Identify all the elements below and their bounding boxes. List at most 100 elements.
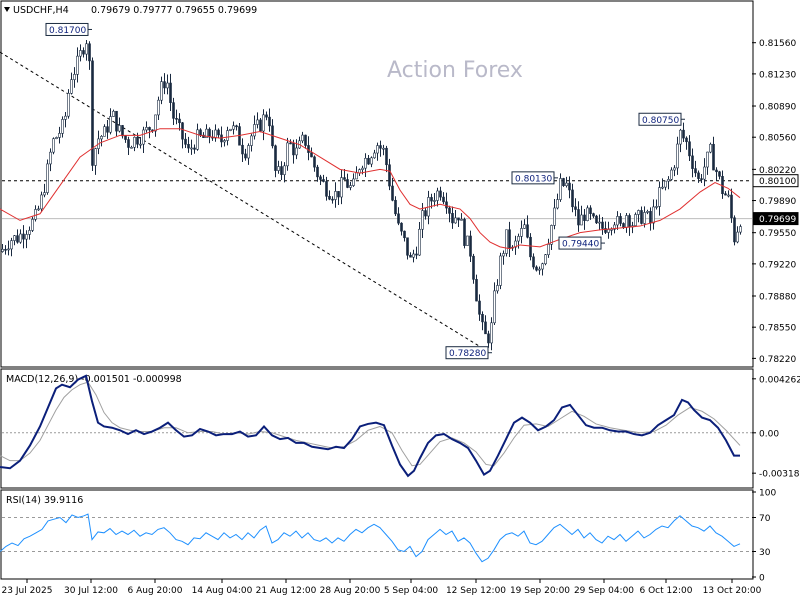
candle-body [649, 211, 652, 224]
price-level-tag-label: 0.79699 [759, 215, 796, 225]
candle-body [664, 180, 667, 188]
candle-body [700, 178, 703, 180]
candle-body [646, 211, 649, 213]
candle-body [535, 266, 538, 271]
candle-body [448, 207, 451, 214]
candle-body [118, 125, 121, 132]
annotation-label: 0.78280 [449, 349, 486, 359]
candle-body [733, 217, 736, 243]
candle-body [124, 135, 127, 140]
candle-body [430, 197, 433, 202]
candle-body [592, 213, 595, 217]
candle-body [385, 147, 388, 166]
rsi-label: RSI(14) 39.9116 [6, 495, 83, 506]
candle-body [643, 212, 646, 224]
candle-body [193, 147, 196, 150]
candle-body [547, 243, 550, 256]
x-tick-label: 21 Aug 12:00 [256, 586, 317, 596]
price-y-tick-label: 0.79890 [759, 197, 796, 207]
candle-body [481, 313, 484, 323]
candle-body [142, 129, 145, 145]
candle-body [688, 141, 691, 157]
candle-body [667, 179, 670, 182]
rsi-pane-frame [0, 489, 754, 580]
candle-body [403, 230, 406, 239]
candle-body [61, 119, 64, 134]
price-header: USDCHF,H4 0.79679 0.79777 0.79655 0.7969… [4, 5, 257, 16]
candle-body [154, 114, 157, 132]
candle-body [34, 209, 37, 220]
candle-body [310, 152, 313, 158]
candle-body [388, 164, 391, 187]
candle-body [139, 143, 142, 146]
candle-body [37, 208, 40, 211]
candle-body [196, 129, 199, 150]
candle-body [145, 127, 148, 131]
candle-body [424, 210, 427, 217]
candle-body [523, 224, 526, 229]
price-y-tick-label: 0.81560 [759, 39, 796, 49]
candle-body [163, 81, 166, 89]
chart-svg: Action Forex USDCHF,H4 0.79679 0.79777 0… [0, 0, 800, 596]
x-axis: 23 Jul 2025 30 Jul 12:00 6 Aug 20:00 14 Aug… [2, 579, 762, 596]
x-tick-label: 5 Sep 04:00 [384, 586, 439, 596]
candle-body [562, 178, 565, 187]
candle-body [67, 93, 70, 117]
candle-body [214, 129, 217, 139]
rsi-y-tick-label: 30 [759, 548, 771, 558]
candle-body [658, 187, 661, 207]
candle-body [517, 236, 520, 242]
candle-body [217, 129, 220, 136]
candle-body [487, 333, 490, 344]
candle-body [52, 138, 55, 153]
candle-body [247, 145, 250, 159]
candle-body [490, 322, 493, 344]
candle-body [589, 207, 592, 214]
candle-body [697, 172, 700, 179]
candle-body [331, 198, 334, 201]
candle-body [157, 99, 160, 116]
candle-body [31, 219, 34, 231]
candle-body [322, 179, 325, 182]
candle-body [334, 191, 337, 200]
candle-body [91, 60, 94, 166]
candle-body [394, 199, 397, 215]
candle-body [235, 125, 238, 128]
candle-body [28, 230, 31, 235]
candle-body [364, 157, 367, 169]
candle-body [13, 235, 16, 241]
candle-body [607, 229, 610, 233]
watermark: Action Forex [387, 58, 523, 83]
candle-body [508, 229, 511, 248]
candle-body [133, 136, 136, 148]
candle-body [460, 219, 463, 221]
candle-body [100, 136, 103, 140]
macd-y-tick-label: -0.003188 [759, 470, 800, 480]
candle-body [616, 216, 619, 226]
candle-body [241, 144, 244, 155]
candle-body [16, 235, 19, 243]
candle-body [625, 215, 628, 228]
candle-body [598, 221, 601, 224]
candle-body [724, 193, 727, 196]
x-tick-label: 6 Aug 20:00 [128, 586, 183, 596]
candle-body [376, 145, 379, 154]
candle-body [712, 143, 715, 171]
rsi-y-tick-label: 0 [759, 574, 765, 584]
candle-body [559, 178, 562, 200]
candle-body [529, 236, 532, 258]
candle-body [175, 118, 178, 120]
annotation-label: 0.80750 [642, 116, 679, 126]
candle-body [136, 136, 139, 145]
candle-body [478, 300, 481, 315]
candle-body [532, 256, 535, 268]
price-y-tick-label: 0.78220 [759, 355, 796, 365]
candle-body [208, 128, 211, 138]
candle-body [619, 216, 622, 224]
candle-body [1, 248, 4, 252]
candle-body [670, 169, 673, 180]
candle-body [46, 163, 49, 193]
candle-body [19, 233, 22, 243]
candle-body [454, 217, 457, 224]
candle-body [397, 213, 400, 224]
